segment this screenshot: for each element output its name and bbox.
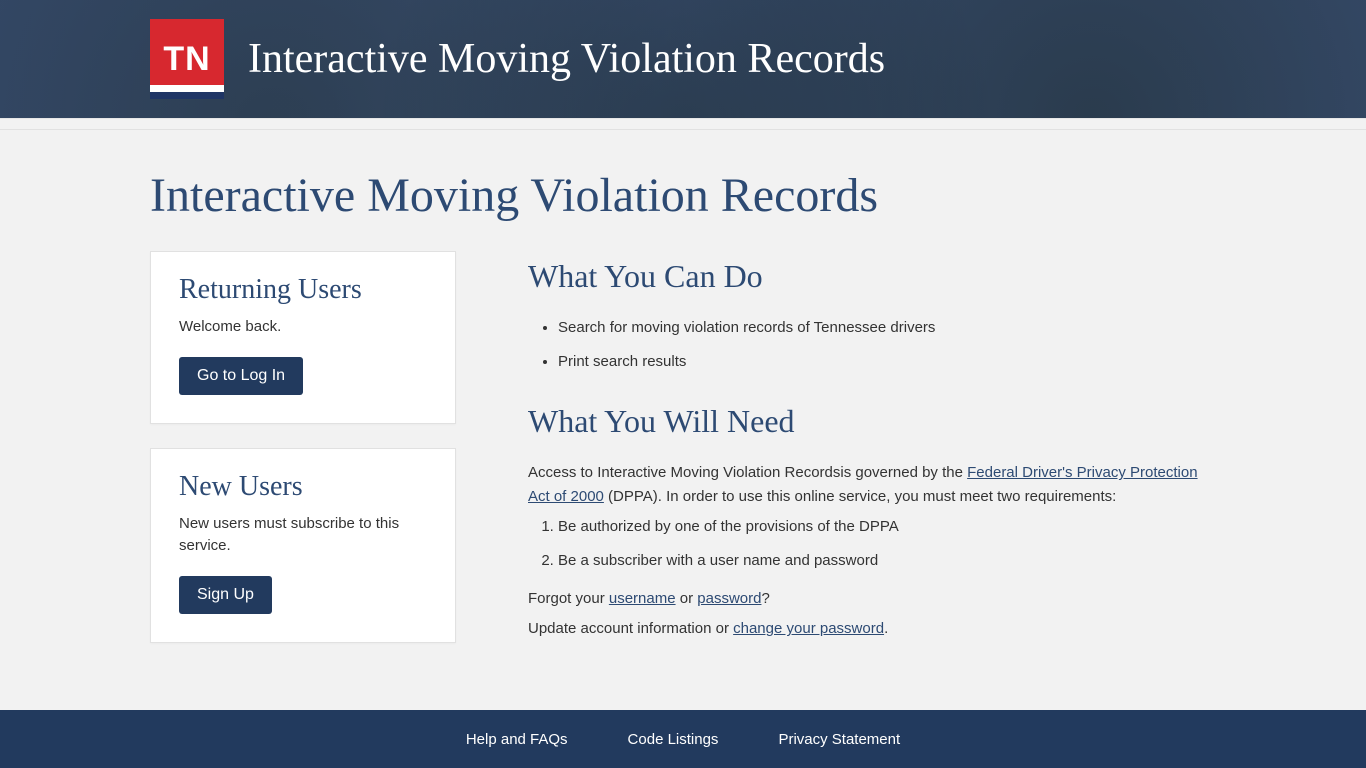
requirements-list: Be authorized by one of the provisions o… <box>528 515 1216 573</box>
update-line: Update account information or change you… <box>528 617 1216 641</box>
main-content: Interactive Moving Violation Records Ret… <box>0 130 1366 707</box>
need-intro: Access to Interactive Moving Violation R… <box>528 461 1216 509</box>
returning-users-heading: Returning Users <box>179 274 427 306</box>
list-item: Search for moving violation records of T… <box>558 316 1216 340</box>
list-item: Print search results <box>558 350 1216 374</box>
forgot-password-link[interactable]: password <box>697 590 761 607</box>
signup-button[interactable]: Sign Up <box>179 576 272 614</box>
header-title: Interactive Moving Violation Records <box>248 35 885 83</box>
list-item: Be a subscriber with a user name and pas… <box>558 549 1216 573</box>
footer-help-link[interactable]: Help and FAQs <box>466 731 568 748</box>
forgot-line: Forgot your username or password? <box>528 587 1216 611</box>
need-heading: What You Will Need <box>528 396 1216 447</box>
cando-heading: What You Can Do <box>528 251 1216 302</box>
forgot-username-link[interactable]: username <box>609 590 676 607</box>
page-title: Interactive Moving Violation Records <box>150 168 1216 223</box>
need-intro-text: Access to Interactive Moving Violation R… <box>528 464 967 481</box>
login-button[interactable]: Go to Log In <box>179 357 303 395</box>
tn-logo-text: TN <box>163 42 210 76</box>
list-item: Be authorized by one of the provisions o… <box>558 515 1216 539</box>
returning-users-text: Welcome back. <box>179 316 427 339</box>
tn-logo: TN <box>150 19 224 99</box>
new-users-heading: New Users <box>179 471 427 503</box>
header-divider <box>0 118 1366 130</box>
footer-codes-link[interactable]: Code Listings <box>628 731 719 748</box>
returning-users-card: Returning Users Welcome back. Go to Log … <box>150 251 456 424</box>
change-password-link[interactable]: change your password <box>733 620 884 637</box>
footer-privacy-link[interactable]: Privacy Statement <box>778 731 900 748</box>
cando-list: Search for moving violation records of T… <box>528 316 1216 374</box>
site-header: TN Interactive Moving Violation Records <box>0 0 1366 118</box>
need-intro-text-2: (DPPA). In order to use this online serv… <box>604 488 1116 505</box>
new-users-card: New Users New users must subscribe to th… <box>150 448 456 643</box>
site-footer: Help and FAQs Code Listings Privacy Stat… <box>0 710 1366 768</box>
new-users-text: New users must subscribe to this service… <box>179 513 427 558</box>
account-help-block: Forgot your username or password? Update… <box>528 587 1216 641</box>
sidebar: Returning Users Welcome back. Go to Log … <box>150 251 456 643</box>
content-section: What You Can Do Search for moving violat… <box>528 251 1216 647</box>
two-column-layout: Returning Users Welcome back. Go to Log … <box>150 251 1216 647</box>
